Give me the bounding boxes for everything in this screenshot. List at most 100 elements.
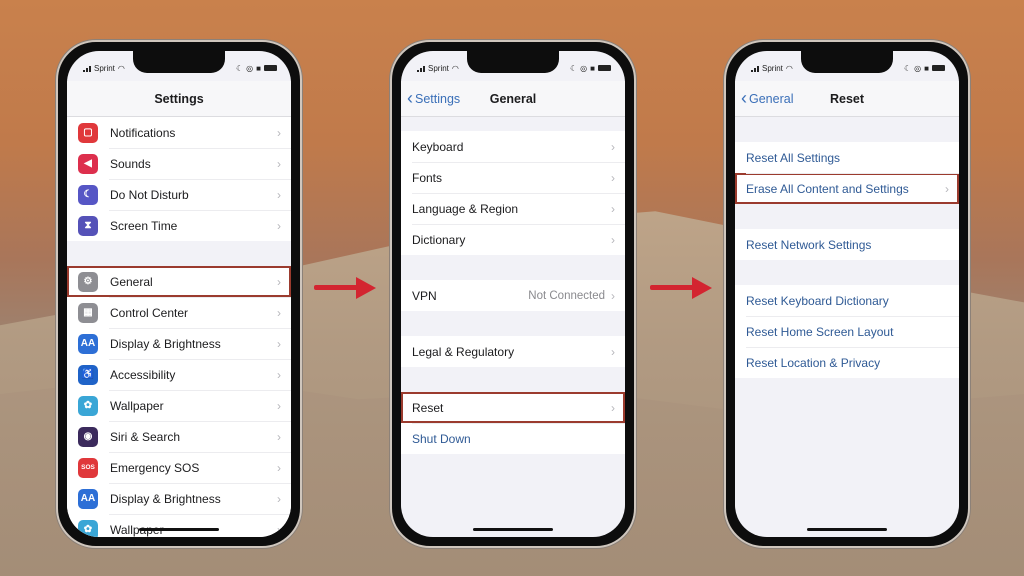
settings-row-control-center[interactable]: ▦ Control Center › (67, 297, 291, 328)
nav-bar: ‹ General Reset (735, 81, 959, 117)
speaker-icon: ◀ (78, 153, 98, 174)
settings-row-erase-all-content-and-settings[interactable]: Erase All Content and Settings › (735, 173, 959, 204)
alarm-icon: ■ (256, 63, 261, 73)
settings-row-reset-all-settings[interactable]: Reset All Settings (735, 142, 959, 173)
row-label: Reset Keyboard Dictionary (746, 293, 889, 308)
settings-row-vpn[interactable]: VPN Not Connected › (401, 280, 625, 311)
gear-icon: ⚙ (78, 271, 98, 292)
settings-row-emergency-sos[interactable]: SOS Emergency SOS › (67, 452, 291, 483)
settings-row-reset-keyboard-dictionary[interactable]: Reset Keyboard Dictionary (735, 285, 959, 316)
wifi-icon: ◠ (451, 63, 459, 73)
settings-row-reset-home-screen-layout[interactable]: Reset Home Screen Layout (735, 316, 959, 347)
wifi-icon: ◠ (117, 63, 125, 73)
chevron-right-icon: › (277, 274, 281, 289)
home-indicator[interactable] (139, 528, 219, 531)
phone-reset: Sprint ◠ ☾ ◎ ■ ‹ General Reset Reset All… (724, 40, 970, 548)
row-label: Reset Home Screen Layout (746, 324, 894, 339)
settings-group: Reset Network Settings (735, 229, 959, 260)
settings-row-display-and-brightness[interactable]: AA Display & Brightness › (67, 328, 291, 359)
chevron-right-icon: › (611, 288, 615, 303)
row-label: Control Center (110, 305, 189, 320)
settings-row-accessibility[interactable]: ♿ Accessibility › (67, 359, 291, 390)
moon-icon: ☾ (904, 63, 912, 73)
back-label: Settings (415, 91, 461, 106)
chevron-right-icon: › (611, 344, 615, 359)
settings-row-language-and-region[interactable]: Language & Region › (401, 193, 625, 224)
chevron-right-icon: › (277, 522, 281, 537)
alarm-icon: ■ (590, 63, 595, 73)
row-label: Display & Brightness (110, 336, 221, 351)
row-label: Keyboard (412, 139, 464, 154)
settings-row-sounds[interactable]: ◀ Sounds › (67, 148, 291, 179)
chevron-right-icon: › (277, 491, 281, 506)
section-gap (401, 311, 625, 336)
chevron-right-icon: › (277, 336, 281, 351)
chevron-right-icon: › (277, 305, 281, 320)
signal-icon (83, 65, 91, 72)
nav-bar: Settings (67, 81, 291, 117)
settings-row-notifications[interactable]: ▢ Notifications › (67, 117, 291, 148)
settings-row-reset-location-and-privacy[interactable]: Reset Location & Privacy (735, 347, 959, 378)
battery-icon (598, 65, 611, 71)
chevron-right-icon: › (611, 139, 615, 154)
settings-group: ⚙ General › ▦ Control Center › AA Display & Bri… (67, 266, 291, 537)
settings-row-legal-and-regulatory[interactable]: Legal & Regulatory › (401, 336, 625, 367)
signal-icon (751, 65, 759, 72)
row-label: Screen Time (110, 218, 178, 233)
settings-row-siri-and-search[interactable]: ◉ Siri & Search › (67, 421, 291, 452)
home-indicator[interactable] (473, 528, 553, 531)
settings-row-keyboard[interactable]: Keyboard › (401, 131, 625, 162)
settings-row-shut-down[interactable]: Shut Down (401, 423, 625, 454)
settings-row-wallpaper[interactable]: ✿ Wallpaper › (67, 390, 291, 421)
moon-icon: ☾ (78, 184, 98, 205)
settings-row-display-and-brightness[interactable]: AA Display & Brightness › (67, 483, 291, 514)
row-label: Erase All Content and Settings (746, 181, 909, 196)
chevron-right-icon: › (277, 156, 281, 171)
page-title: Reset (829, 91, 865, 106)
settings-row-do-not-disturb[interactable]: ☾ Do Not Disturb › (67, 179, 291, 210)
row-label: Do Not Disturb (110, 187, 189, 202)
carrier-label: Sprint (762, 63, 783, 73)
brightness-icon: AA (78, 333, 98, 354)
phone-general: Sprint ◠ ☾ ◎ ■ ‹ Settings General Keyboa… (390, 40, 636, 548)
back-button[interactable]: ‹ Settings (407, 87, 461, 108)
signal-icon (417, 65, 425, 72)
row-label: Reset (412, 400, 444, 415)
notch (133, 51, 225, 73)
chevron-left-icon: ‹ (741, 87, 747, 108)
row-label: Reset All Settings (746, 150, 841, 165)
row-label: Reset Location & Privacy (746, 355, 881, 370)
general-list: Keyboard › Fonts › Language & Region › Diction… (401, 117, 625, 537)
settings-row-screen-time[interactable]: ⧗ Screen Time › (67, 210, 291, 241)
settings-row-fonts[interactable]: Fonts › (401, 162, 625, 193)
settings-group: Reset › Shut Down (401, 392, 625, 454)
chevron-left-icon: ‹ (407, 87, 413, 108)
back-button[interactable]: ‹ General (741, 87, 794, 108)
settings-row-reset-network-settings[interactable]: Reset Network Settings (735, 229, 959, 260)
settings-row-wallpaper[interactable]: ✿ Wallpaper › (67, 514, 291, 537)
settings-row-reset[interactable]: Reset › (401, 392, 625, 423)
arrow-right-icon (314, 277, 376, 299)
toggles-icon: ▦ (78, 302, 98, 323)
wallpaper-icon: ✿ (78, 519, 98, 537)
settings-row-general[interactable]: ⚙ General › (67, 266, 291, 297)
carrier-label: Sprint (428, 63, 449, 73)
row-label: Legal & Regulatory (412, 344, 515, 359)
accessibility-icon: ♿ (78, 364, 98, 385)
orientation-lock-icon: ◎ (914, 63, 922, 73)
settings-row-dictionary[interactable]: Dictionary › (401, 224, 625, 255)
back-label: General (749, 91, 794, 106)
section-gap (67, 241, 291, 266)
chevron-right-icon: › (277, 125, 281, 140)
home-indicator[interactable] (807, 528, 887, 531)
row-label: Reset Network Settings (746, 237, 872, 252)
row-label: Accessibility (110, 367, 176, 382)
chevron-right-icon: › (277, 398, 281, 413)
row-label: Emergency SOS (110, 460, 200, 475)
phone-screen: Sprint ◠ ☾ ◎ ■ Settings ▢ Notifications › ◀… (67, 51, 291, 537)
row-label: Sounds (110, 156, 151, 171)
notifications-icon: ▢ (78, 122, 98, 143)
row-label: General (110, 274, 153, 289)
settings-group: VPN Not Connected › (401, 280, 625, 311)
row-label: Wallpaper (110, 398, 164, 413)
